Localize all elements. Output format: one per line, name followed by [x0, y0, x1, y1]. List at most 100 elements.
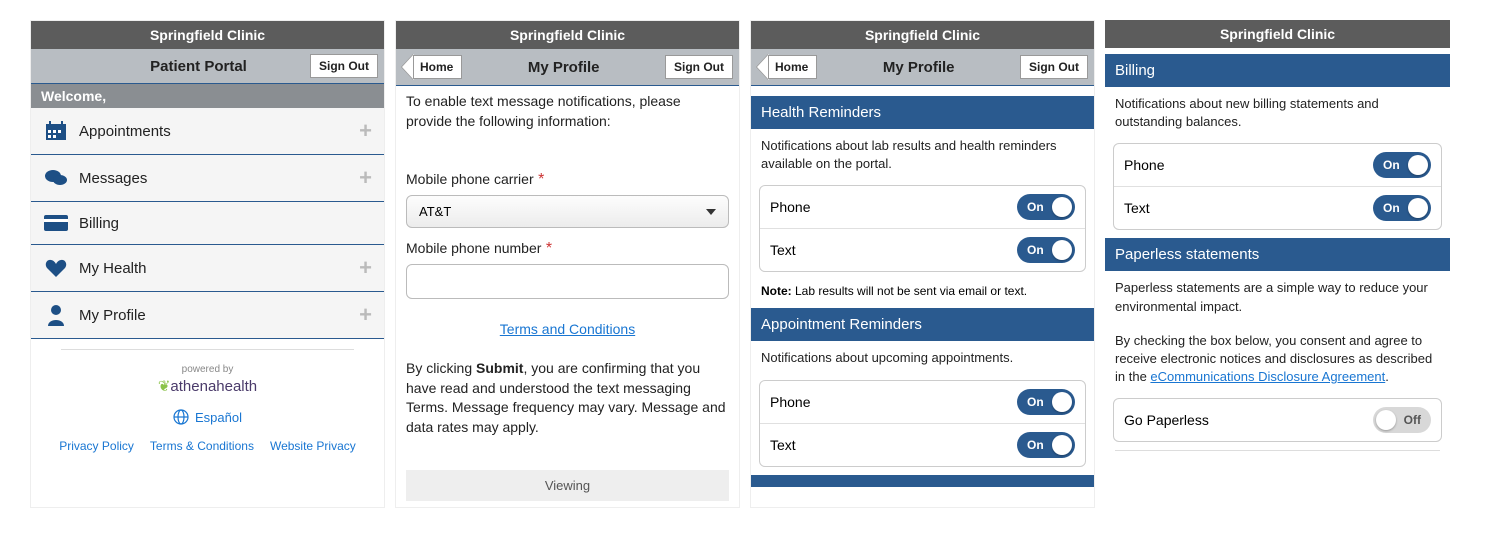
carrier-group: Mobile phone carrier * AT&T: [396, 167, 739, 236]
toggle-appt-text[interactable]: On: [1017, 432, 1075, 458]
toggle-label: Phone: [770, 394, 810, 410]
privacy-link[interactable]: Privacy Policy: [59, 439, 134, 453]
toggle-label: Phone: [770, 199, 810, 215]
toggle-appt-phone[interactable]: On: [1017, 389, 1075, 415]
phone-number-input[interactable]: [406, 264, 729, 299]
sub-bar: Home My Profile Sign Out: [396, 49, 739, 86]
intro-text: To enable text message notifications, pl…: [396, 86, 739, 137]
submit-disclaimer: By clicking Submit, you are confirming t…: [396, 353, 739, 443]
card-icon: [43, 212, 69, 234]
ecomm-disclosure-link[interactable]: eCommunications Disclosure Agreement: [1150, 369, 1385, 384]
billing-header: Billing: [1105, 54, 1450, 87]
toggle-row-phone: Phone On: [760, 186, 1085, 228]
plus-icon: +: [359, 255, 372, 281]
appt-reminders-header: Appointment Reminders: [751, 308, 1094, 341]
toggle-row-phone: Phone On: [1114, 144, 1441, 186]
plus-icon: +: [359, 165, 372, 191]
required-icon: *: [538, 171, 544, 188]
screen-reminders: Springfield Clinic Home My Profile Sign …: [750, 20, 1095, 508]
paperless-toggle-group: Go Paperless Off: [1113, 398, 1442, 442]
clinic-title: Springfield Clinic: [1105, 20, 1450, 48]
carrier-label: Mobile phone carrier: [406, 171, 534, 187]
page-title: Patient Portal: [87, 58, 310, 75]
plus-icon: +: [359, 118, 372, 144]
appt-reminders-desc: Notifications about upcoming appointment…: [751, 341, 1094, 375]
toggle-label: Text: [1124, 200, 1150, 216]
viewing-bar: Viewing: [406, 470, 729, 501]
nav-label: Billing: [79, 215, 372, 232]
website-privacy-link[interactable]: Website Privacy: [270, 439, 356, 453]
nav-billing[interactable]: Billing: [31, 202, 384, 245]
required-icon: *: [546, 240, 552, 257]
home-button[interactable]: Home: [402, 54, 462, 80]
toggle-phone[interactable]: On: [1017, 194, 1075, 220]
heart-icon: [43, 257, 69, 279]
toggle-label: Go Paperless: [1124, 412, 1209, 428]
signout-button[interactable]: Sign Out: [1020, 55, 1088, 79]
nav-list: Appointments + Messages + Billing My Hea…: [31, 108, 384, 339]
nav-label: My Health: [79, 260, 359, 277]
toggle-row-phone: Phone On: [760, 381, 1085, 423]
powered-by-label: powered by: [31, 364, 384, 375]
nav-messages[interactable]: Messages +: [31, 155, 384, 202]
toggle-row-text: Text On: [760, 423, 1085, 466]
paperless-header: Paperless statements: [1105, 238, 1450, 271]
chevron-down-icon: [706, 209, 716, 215]
carrier-value: AT&T: [419, 204, 451, 219]
footer: powered by ❦athenahealth Español Privacy…: [31, 350, 384, 453]
chat-icon: [43, 167, 69, 189]
athena-logo: ❦athenahealth: [31, 377, 384, 395]
billing-toggle-group: Phone On Text On: [1113, 143, 1442, 230]
toggle-row-text: Text On: [1114, 186, 1441, 229]
toggle-row-paperless: Go Paperless Off: [1114, 399, 1441, 441]
home-button[interactable]: Home: [757, 54, 817, 80]
terms-conditions-link[interactable]: Terms and Conditions: [500, 321, 635, 337]
carrier-select[interactable]: AT&T: [406, 195, 729, 228]
nav-appointments[interactable]: Appointments +: [31, 108, 384, 155]
toggle-text[interactable]: On: [1017, 237, 1075, 263]
toggle-label: Text: [770, 242, 796, 258]
sub-bar: Home My Profile Sign Out: [751, 49, 1094, 86]
number-group: Mobile phone number *: [396, 236, 739, 307]
footer-links: Privacy Policy Terms & Conditions Websit…: [31, 439, 384, 453]
nav-myprofile[interactable]: My Profile +: [31, 292, 384, 339]
paperless-desc-2: By checking the box below, you consent a…: [1105, 324, 1450, 395]
lab-note: Note: Lab results will not be sent via e…: [751, 280, 1094, 308]
nav-label: Messages: [79, 170, 359, 187]
clinic-title: Springfield Clinic: [751, 21, 1094, 49]
page-title: My Profile: [462, 59, 665, 76]
bottom-bar: [751, 475, 1094, 487]
page-title: My Profile: [817, 59, 1020, 76]
clinic-title: Springfield Clinic: [31, 21, 384, 49]
toggle-paperless[interactable]: Off: [1373, 407, 1431, 433]
clinic-title: Springfield Clinic: [396, 21, 739, 49]
nav-myhealth[interactable]: My Health +: [31, 245, 384, 292]
toggle-billing-phone[interactable]: On: [1373, 152, 1431, 178]
toggle-label: Text: [770, 437, 796, 453]
billing-desc: Notifications about new billing statemen…: [1105, 87, 1450, 139]
signout-button[interactable]: Sign Out: [665, 55, 733, 79]
calendar-icon: [43, 120, 69, 142]
toggle-row-text: Text On: [760, 228, 1085, 271]
terms-link[interactable]: Terms & Conditions: [150, 439, 254, 453]
screen-billing-paperless: Springfield Clinic Billing Notifications…: [1105, 20, 1450, 508]
nav-label: My Profile: [79, 307, 359, 324]
globe-icon: [173, 409, 189, 425]
person-icon: [43, 304, 69, 326]
health-toggle-group: Phone On Text On: [759, 185, 1086, 272]
sub-bar: Patient Portal Sign Out: [31, 49, 384, 84]
health-reminders-desc: Notifications about lab results and heal…: [751, 129, 1094, 181]
toggle-billing-text[interactable]: On: [1373, 195, 1431, 221]
screen-text-notifications: Springfield Clinic Home My Profile Sign …: [395, 20, 740, 508]
paperless-desc-1: Paperless statements are a simple way to…: [1105, 271, 1450, 323]
number-label: Mobile phone number: [406, 240, 541, 256]
plus-icon: +: [359, 302, 372, 328]
screen-home: Springfield Clinic Patient Portal Sign O…: [30, 20, 385, 508]
appt-toggle-group: Phone On Text On: [759, 380, 1086, 467]
health-reminders-header: Health Reminders: [751, 96, 1094, 129]
nav-label: Appointments: [79, 123, 359, 140]
toggle-label: Phone: [1124, 157, 1164, 173]
signout-button[interactable]: Sign Out: [310, 54, 378, 78]
language-link[interactable]: Español: [31, 409, 384, 425]
welcome-bar: Welcome,: [31, 84, 384, 108]
